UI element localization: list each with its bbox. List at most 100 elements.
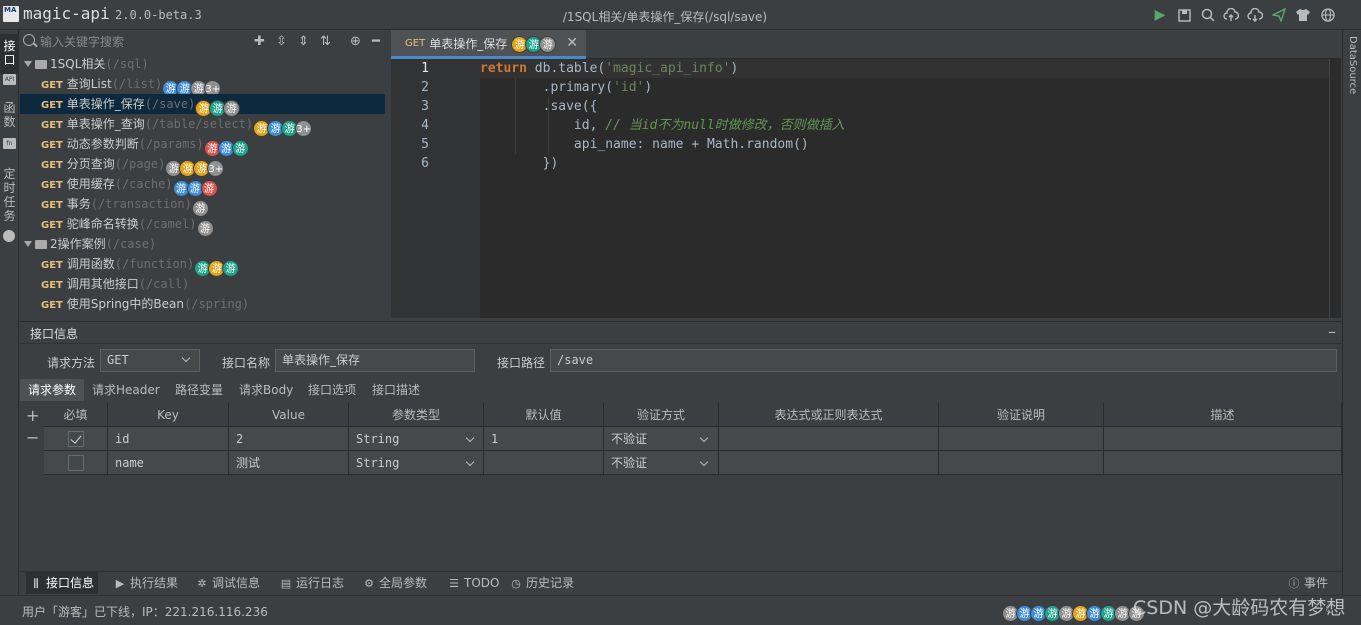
type-select[interactable]: String <box>349 427 484 451</box>
type-select[interactable]: String <box>349 451 484 475</box>
tab-global-params[interactable]: ⚙ 全局参数 <box>359 572 431 594</box>
path-label: 接口路径 <box>497 356 546 370</box>
tab-interface[interactable]: 接口 <box>0 34 19 74</box>
api-name: 单表操作_查询 <box>66 117 145 131</box>
expression-cell[interactable] <box>719 451 939 475</box>
tree-item[interactable]: GET 分页查询(/page) 游游游 3+ <box>20 154 385 177</box>
add-row-icon[interactable]: + <box>26 406 39 425</box>
run-icon[interactable]: ▶ <box>1151 6 1169 24</box>
remove-row-icon[interactable]: − <box>26 428 39 447</box>
status-message: 用户「游客」已下线，IP：221.216.116.236 <box>22 605 268 619</box>
collapse-all-icon[interactable]: ⇕ <box>298 35 309 49</box>
tab-run-log[interactable]: ▤ 运行日志 <box>276 572 348 594</box>
column-header: 验证方式 <box>604 403 719 427</box>
validate-desc-cell[interactable] <box>939 427 1104 451</box>
tree-group[interactable]: 2操作案例(/case) <box>20 234 385 254</box>
validate-select[interactable]: 不验证 <box>604 451 719 475</box>
tab-function[interactable]: 函数 <box>0 98 19 129</box>
avatar-group: 游游游 <box>203 137 249 157</box>
tree-group[interactable]: 1SQL相关(/sql) <box>20 54 385 74</box>
tab-path-variables[interactable]: 路径变量 <box>167 379 231 401</box>
moon-icon[interactable]: ☾ <box>1325 602 1336 616</box>
search-icon[interactable] <box>1199 6 1217 24</box>
name-field[interactable]: 单表操作_保存 <box>275 349 475 372</box>
tab-request-header[interactable]: 请求Header <box>84 379 168 401</box>
group-name: 1SQL相关 <box>50 57 106 71</box>
method-select[interactable]: GET <box>100 349 200 372</box>
tab-todo[interactable]: ☰ TODO <box>444 572 503 594</box>
key-cell[interactable]: name <box>108 451 229 475</box>
tab-interface-desc[interactable]: 接口描述 <box>364 379 428 401</box>
tree-item[interactable]: GET 驼峰命名转换(/camel) 游 <box>20 214 385 237</box>
tree-item[interactable]: GET 调用其他接口(/call) <box>20 274 385 294</box>
editor-tab-strip: GET 单表操作_保存 游游游 ✕ <box>391 30 1341 59</box>
required-checkbox[interactable] <box>68 455 84 471</box>
tree-item[interactable]: GET 查询List(/list) 游游游 3+ <box>20 74 385 97</box>
tab-history[interactable]: ◷ 历史记录 <box>506 572 578 594</box>
method-label: 请求方法 <box>47 356 96 370</box>
expand-all-icon[interactable]: ⇳ <box>276 35 287 49</box>
bug-icon: ✲ <box>197 577 207 590</box>
column-header: 描述 <box>1104 403 1342 427</box>
add-icon[interactable]: ✚ <box>254 35 265 49</box>
description-cell[interactable] <box>1104 451 1342 475</box>
tab-interface-info[interactable]: ⫼ 接口信息 <box>26 572 99 594</box>
locate-icon[interactable]: ⊕ <box>350 35 361 49</box>
tree-item[interactable]: GET 动态参数判断(/params) 游游游 <box>20 134 385 157</box>
api-name: 单表操作_保存 <box>66 97 145 111</box>
value-cell[interactable]: 测试 <box>229 451 349 475</box>
required-checkbox[interactable] <box>68 431 84 447</box>
code-area[interactable]: return db.table('magic_api_info') .prima… <box>480 59 1330 318</box>
cloud-upload-icon[interactable] <box>1222 6 1240 24</box>
validate-desc-cell[interactable] <box>939 451 1104 475</box>
api-name: 分页查询 <box>66 157 115 171</box>
validate-select[interactable]: 不验证 <box>604 427 719 451</box>
key-cell[interactable]: id <box>108 427 229 451</box>
send-icon[interactable] <box>1270 6 1288 24</box>
sort-icon[interactable]: ⇅ <box>320 35 331 49</box>
save-icon[interactable] <box>1175 6 1193 24</box>
tab-request-params[interactable]: 请求参数 <box>20 379 85 401</box>
play-icon: ▶ <box>115 577 125 590</box>
tab-datasource[interactable]: DataSource <box>1345 36 1360 120</box>
tree-item[interactable]: GET 调用函数(/function) 游游游 <box>20 254 385 277</box>
search-input[interactable] <box>40 33 255 51</box>
tree-item[interactable]: GET 使用缓存(/cache) 游游游 <box>20 174 385 197</box>
tab-schedule[interactable]: 定时任务 <box>0 164 19 223</box>
editor-scrollbar[interactable] <box>1329 59 1330 318</box>
expression-cell[interactable] <box>719 427 939 451</box>
chevron-down-icon <box>181 353 191 363</box>
theme-shirt-icon[interactable] <box>1294 6 1312 24</box>
method-tag: GET <box>41 100 63 111</box>
minimize-icon[interactable]: ━ <box>372 35 380 49</box>
tab-avatars: 游游游 <box>511 33 557 53</box>
globe-icon[interactable] <box>1319 6 1337 24</box>
editor-tab-active[interactable]: GET 单表操作_保存 游游游 ✕ <box>391 30 586 59</box>
tab-label: 历史记录 <box>526 576 575 590</box>
description-cell[interactable] <box>1104 427 1342 451</box>
close-icon[interactable]: ✕ <box>566 35 578 51</box>
app-name: magic-api <box>23 4 110 23</box>
caret-down-icon <box>24 61 32 67</box>
app-logo: MA <box>3 6 19 22</box>
code-line: return db.table('magic_api_info') <box>480 59 1330 78</box>
value-cell[interactable]: 2 <box>229 427 349 451</box>
tab-interface-options[interactable]: 接口选项 <box>300 379 364 401</box>
avatar-group: 游游游 3+ <box>162 77 222 97</box>
path-field[interactable]: /save <box>550 349 1337 372</box>
minimize-icon[interactable]: – <box>1328 322 1336 341</box>
default-cell[interactable] <box>484 451 604 475</box>
events-button[interactable]: ⓘ 事件 <box>1284 572 1332 594</box>
tree-item[interactable]: GET 单表操作_查询(/table/select) 游游游 3+ <box>20 114 385 137</box>
api-name: 使用缓存 <box>66 177 115 191</box>
tab-debug-info[interactable]: ✲ 调试信息 <box>192 572 264 594</box>
default-cell[interactable]: 1 <box>484 427 604 451</box>
column-header: 参数类型 <box>349 403 484 427</box>
api-path: (/params) <box>138 137 204 151</box>
tab-run-result[interactable]: ▶ 执行结果 <box>110 572 182 594</box>
cloud-download-icon[interactable] <box>1246 6 1264 24</box>
tab-request-body[interactable]: 请求Body <box>231 379 301 401</box>
tree-item[interactable]: GET 单表操作_保存(/save) 游游游 <box>20 94 385 117</box>
tree-item[interactable]: GET 事务(/transaction) 游 <box>20 194 385 217</box>
tree-item[interactable]: GET 使用Spring中的Bean(/spring) <box>20 294 385 314</box>
